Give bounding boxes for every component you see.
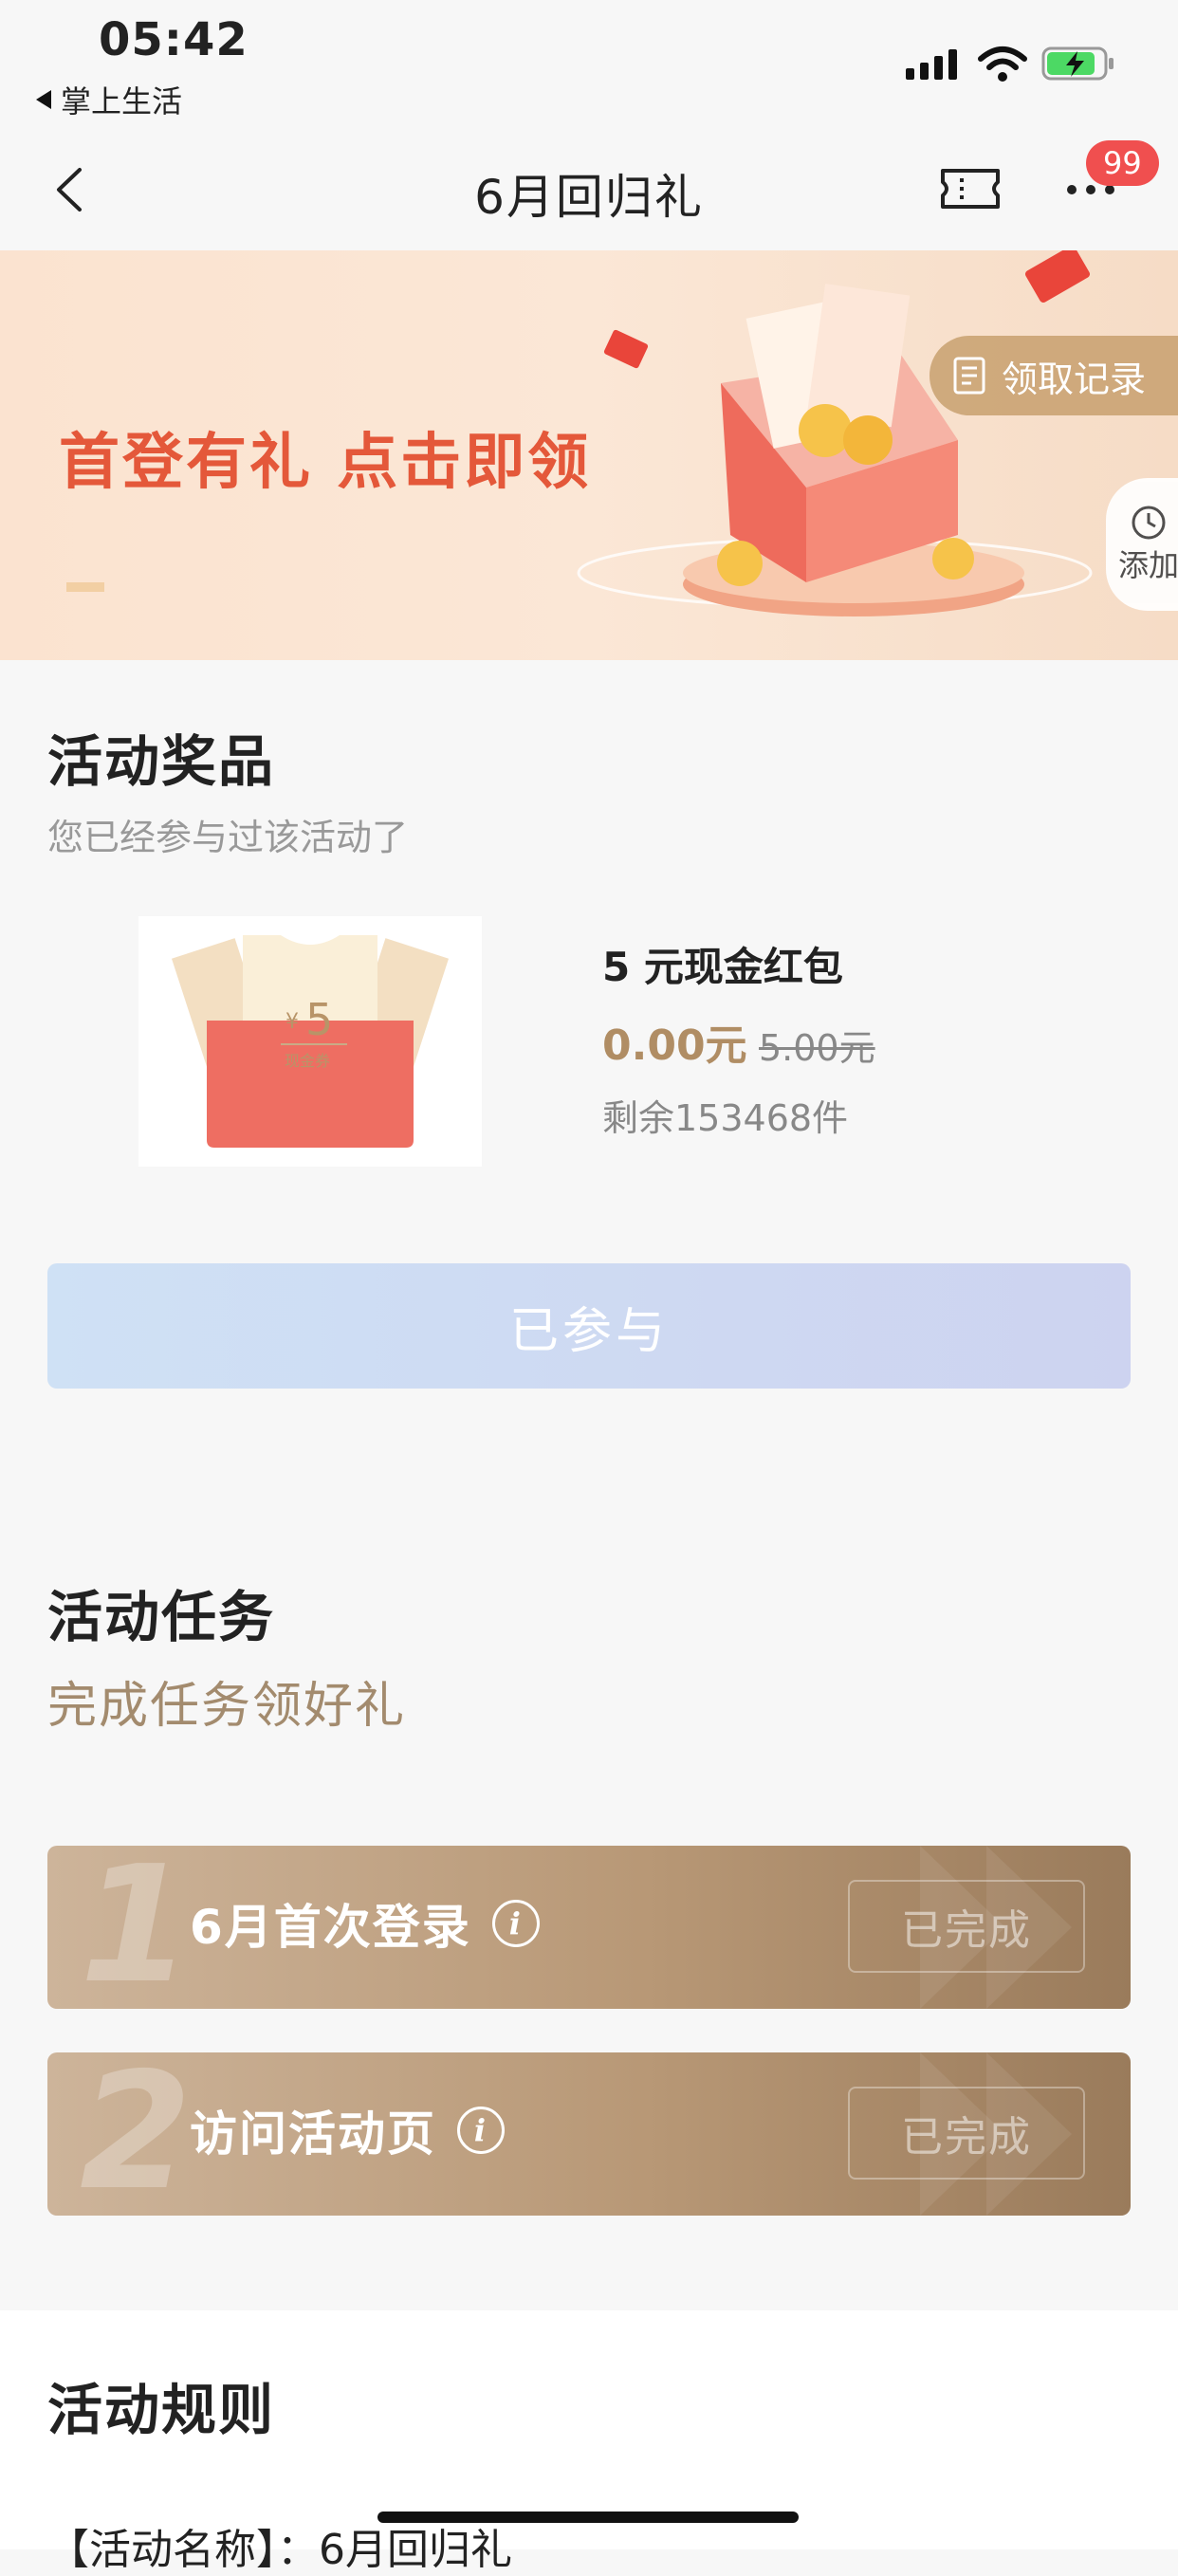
record-list-icon: [953, 357, 985, 395]
back-app-label: 掌上生活: [61, 83, 183, 120]
notification-badge: 99: [1086, 140, 1159, 186]
tasks-title: 活动任务: [47, 1585, 276, 1649]
joined-button[interactable]: 已参与: [47, 1263, 1131, 1389]
claim-record-label: 领取记录: [1002, 358, 1147, 400]
task-card: 2 访问活动页 i 已完成: [47, 2052, 1131, 2216]
svg-text:5: 5: [305, 994, 333, 1045]
status-time: 05:42: [99, 13, 248, 66]
tasks-subtitle: 完成任务领好礼: [47, 1678, 407, 1735]
svg-text:¥: ¥: [285, 1010, 299, 1034]
task-label-container: 6月首次登录 i: [190, 1889, 540, 1958]
task-status-button[interactable]: 已完成: [848, 1880, 1085, 1973]
claim-record-button[interactable]: 领取记录: [930, 336, 1178, 415]
rewards-title: 活动奖品: [47, 729, 276, 794]
info-icon[interactable]: i: [457, 2107, 505, 2154]
participation-status: 您已经参与过该活动了: [47, 817, 409, 858]
info-icon[interactable]: i: [491, 1900, 540, 1947]
prize-price: 0.00元: [602, 1021, 747, 1070]
task-label: 6月首次登录: [190, 1900, 471, 1955]
rules-first-line: 【活动名称】：6月回归礼: [47, 2526, 512, 2574]
home-indicator[interactable]: [377, 2512, 799, 2523]
promo-banner[interactable]: 首登有礼 点击即领 领取记录 添加: [0, 250, 1178, 660]
cellular-signal-icon: [906, 49, 957, 80]
task-card: 1 6月首次登录 i 已完成: [47, 1846, 1131, 2009]
task-label: 访问活动页: [190, 2107, 436, 2162]
clock-add-icon: [1132, 506, 1166, 540]
prize-original-price: 5.00元: [759, 1027, 875, 1069]
wifi-icon: [978, 46, 1027, 82]
task-number: 1: [80, 1846, 193, 2009]
task-number: 2: [80, 2052, 193, 2216]
prize-remaining: 剩余153468件: [602, 1097, 849, 1139]
prize-image: ¥ 5 现金券: [138, 916, 482, 1167]
back-to-app[interactable]: 掌上生活: [36, 78, 182, 121]
add-label: 添加: [1117, 547, 1178, 583]
prize-name: 5 元现金红包: [602, 944, 843, 990]
task-status-button[interactable]: 已完成: [848, 2087, 1085, 2180]
task-label-container: 访问活动页 i: [190, 2096, 505, 2164]
ticket-icon[interactable]: [939, 167, 1002, 211]
battery-icon: [1041, 46, 1114, 81]
rules-title: 活动规则: [47, 2378, 276, 2442]
add-button[interactable]: 添加: [1106, 478, 1178, 611]
back-triangle-icon: [36, 90, 51, 109]
banner-headline: 首登有礼 点击即领: [59, 428, 592, 498]
red-envelope-illustration: ¥ 5 现金券: [171, 935, 450, 1148]
svg-text:现金券: 现金券: [285, 1052, 330, 1070]
